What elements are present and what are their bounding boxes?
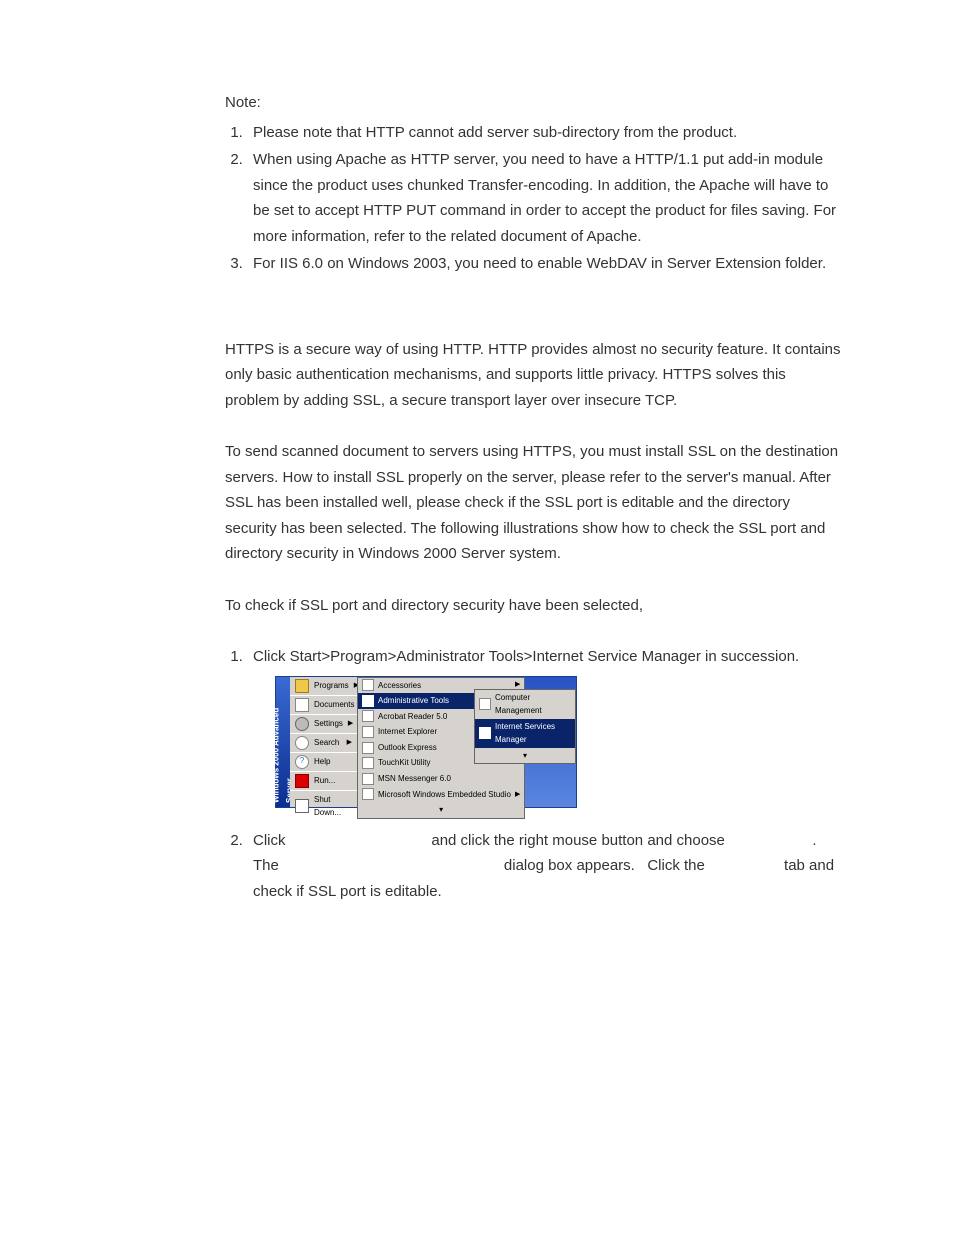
app-icon — [362, 757, 374, 769]
start-menu-screenshot: Windows 2000 Advanced Server Programs▶ D… — [275, 676, 577, 808]
programs-icon — [295, 679, 309, 693]
app-icon — [479, 727, 491, 739]
submenu-embedded[interactable]: Microsoft Windows Embedded Studio▶ — [358, 787, 524, 803]
step-item: Click Start>Program>Administrator Tools>… — [247, 644, 844, 808]
step-text: Click Start>Program>Administrator Tools>… — [253, 648, 799, 665]
submenu-computer-mgmt[interactable]: Computer Management — [475, 690, 575, 719]
start-main-column: Programs▶ Documents▶ Settings▶ Search▶ ?… — [290, 677, 358, 807]
submenu-expand[interactable]: ▾ — [475, 748, 575, 764]
start-sidebar-label: Windows 2000 Advanced Server — [276, 677, 290, 807]
app-icon — [362, 742, 374, 754]
app-icon — [479, 698, 491, 710]
run-icon — [295, 774, 309, 788]
menu-shutdown[interactable]: Shut Down... — [290, 791, 357, 822]
search-icon — [295, 736, 309, 750]
settings-icon — [295, 717, 309, 731]
arrow-icon: ▶ — [515, 789, 520, 801]
submenu-msn[interactable]: MSN Messenger 6.0 — [358, 771, 524, 787]
paragraph-ssl-install: To send scanned document to servers usin… — [225, 439, 844, 567]
app-icon — [362, 726, 374, 738]
menu-programs[interactable]: Programs▶ — [290, 677, 357, 696]
paragraph-https-intro: HTTPS is a secure way of using HTTP. HTT… — [225, 337, 844, 414]
admin-tools-submenu: Computer Management Internet Services Ma… — [474, 689, 576, 765]
note-heading: Note: — [225, 90, 844, 116]
menu-settings[interactable]: Settings▶ — [290, 715, 357, 734]
step-item: Click and click the right mouse button a… — [247, 828, 844, 905]
note-list: Please note that HTTP cannot add server … — [225, 120, 844, 277]
steps-list: Click Start>Program>Administrator Tools>… — [225, 644, 844, 904]
menu-run[interactable]: Run... — [290, 772, 357, 791]
app-icon — [362, 788, 374, 800]
help-icon: ? — [295, 755, 309, 769]
document-page: Note: Please note that HTTP cannot add s… — [0, 0, 954, 1235]
note-item: Please note that HTTP cannot add server … — [247, 120, 844, 146]
documents-icon — [295, 698, 309, 712]
menu-search[interactable]: Search▶ — [290, 734, 357, 753]
app-icon — [362, 773, 374, 785]
menu-help[interactable]: ?Help — [290, 753, 357, 772]
submenu-expand[interactable]: ▾ — [358, 802, 524, 818]
arrow-icon: ▶ — [347, 737, 352, 749]
folder-icon — [362, 695, 374, 707]
note-item: For IIS 6.0 on Windows 2003, you need to… — [247, 251, 844, 277]
paragraph-check-intro: To check if SSL port and directory secur… — [225, 593, 844, 619]
submenu-iis-manager[interactable]: Internet Services Manager — [475, 719, 575, 748]
step-text: Click and click the right mouse button a… — [253, 832, 838, 900]
note-item: When using Apache as HTTP server, you ne… — [247, 147, 844, 249]
app-icon — [362, 710, 374, 722]
shutdown-icon — [295, 799, 309, 813]
arrow-icon: ▶ — [348, 718, 353, 730]
folder-icon — [362, 679, 374, 691]
menu-documents[interactable]: Documents▶ — [290, 696, 357, 715]
